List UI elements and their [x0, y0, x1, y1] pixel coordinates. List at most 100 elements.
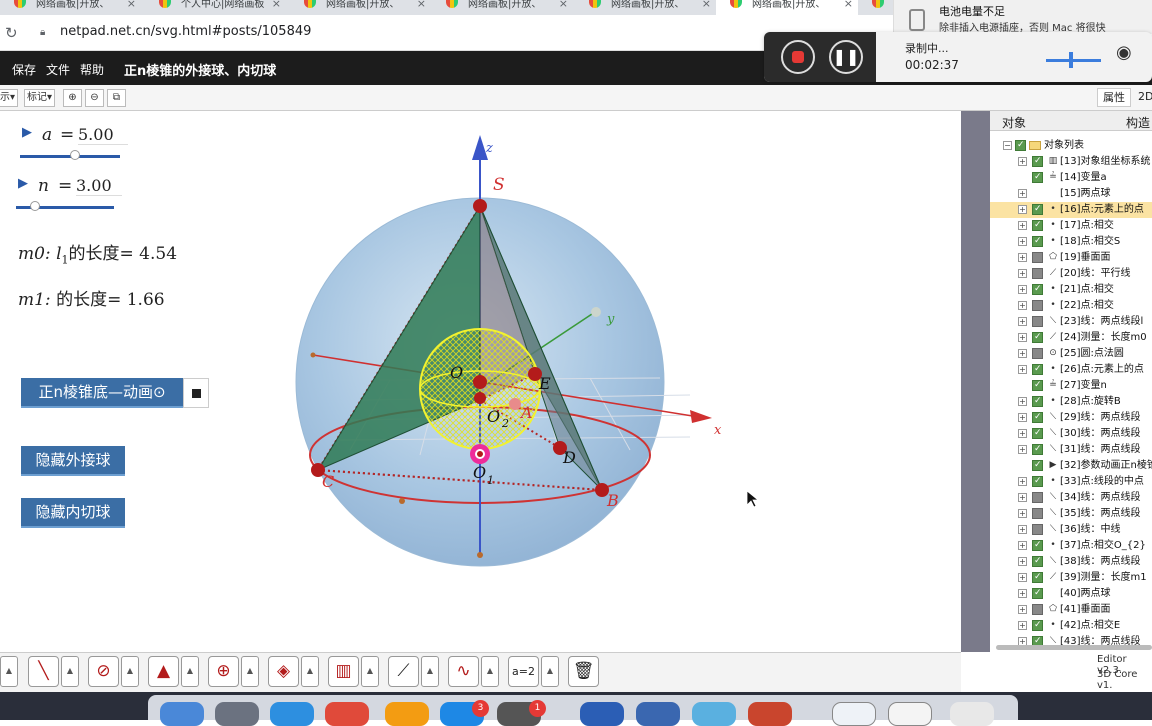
visibility-checkbox[interactable] [1032, 604, 1043, 615]
line-tool-icon[interactable]: ⟋ [388, 656, 419, 687]
sphere-tool-icon[interactable]: ⊕ [208, 656, 239, 687]
tree-item[interactable]: + ⟋[24]测量：长度m0 [990, 330, 1152, 346]
tree-item[interactable]: + • [17]点:相交 [990, 218, 1152, 234]
tool-dropdown[interactable]: ▲ [181, 656, 199, 687]
word-icon[interactable] [580, 702, 624, 726]
expand-icon[interactable]: + [1018, 349, 1027, 358]
tree-item[interactable]: + ⟍[31]线：两点线段 [990, 442, 1152, 458]
tree-root[interactable]: − 对象列表 [990, 138, 1152, 154]
menu-file[interactable]: 文件 [46, 61, 70, 78]
visibility-checkbox[interactable] [1032, 234, 1043, 249]
browser-tab[interactable]: 网络画板|开放、 × [290, 0, 431, 15]
mark-dropdown[interactable]: 标记▾ [24, 89, 56, 107]
expand-icon[interactable]: + [1018, 413, 1027, 422]
tree-item[interactable]: + • [16]点:元素上的点 [990, 202, 1152, 218]
window-thumbnail-icon[interactable] [888, 702, 932, 726]
tree-item[interactable]: + • [26]点:元素上的点 [990, 362, 1152, 378]
close-icon[interactable]: × [559, 0, 568, 9]
animate-stop-icon[interactable] [183, 378, 209, 408]
panel-scrollbar[interactable] [996, 645, 1152, 650]
cone-tool-icon[interactable]: ▲ [148, 656, 179, 687]
expand-icon[interactable]: + [1018, 509, 1027, 518]
tree-item[interactable]: + ⬠ [19]垂面面 [990, 250, 1152, 266]
tree-item[interactable]: + [15]两点球 [990, 186, 1152, 202]
visibility-checkbox[interactable] [1032, 330, 1043, 345]
panel-splitter[interactable] [961, 111, 990, 652]
window-thumbnail-icon[interactable] [832, 702, 876, 726]
volume-slider[interactable] [1046, 59, 1101, 62]
tool-dropdown[interactable]: ▲ [361, 656, 379, 687]
app-store-icon[interactable]: 3 [440, 700, 489, 726]
expand-icon[interactable]: + [1018, 269, 1027, 278]
visibility-checkbox[interactable] [1032, 282, 1043, 297]
slider-a-value[interactable]: 5.00 [78, 125, 128, 145]
hide-insphere-button[interactable]: 隐藏内切球 [21, 498, 125, 528]
zoom-icon[interactable] [692, 702, 736, 726]
trash-icon[interactable]: 🗑︎ [568, 656, 599, 687]
tree-item[interactable]: + • [37]点:相交O_{2} [990, 538, 1152, 554]
tree-item[interactable]: + ⟍ [23]线：两点线段l [990, 314, 1152, 330]
root-checkbox[interactable] [1015, 138, 1026, 153]
slider-a[interactable]: ▶ a = 5.00 [20, 123, 130, 163]
trash-icon[interactable] [950, 702, 994, 726]
visibility-checkbox[interactable] [1032, 570, 1043, 585]
browser-tab[interactable]: 网络画板|开放、 × [432, 0, 573, 15]
expand-icon[interactable]: + [1018, 477, 1027, 486]
browser-tab[interactable]: 网络画板|开放、 × [0, 0, 141, 15]
visibility-checkbox[interactable] [1032, 300, 1043, 311]
close-icon[interactable]: × [417, 0, 426, 9]
expand-icon[interactable]: + [1018, 333, 1027, 342]
tool-dropdown[interactable]: ▲ [481, 656, 499, 687]
url-text[interactable]: netpad.net.cn/svg.html#posts/105849 [60, 24, 311, 39]
tree-item[interactable]: ▶[32]参数动画正n棱锥 [990, 458, 1152, 474]
zoom-out-icon[interactable]: ⊖ [85, 89, 104, 107]
tool-dropdown[interactable]: ▲ [541, 656, 559, 687]
camera-icon[interactable]: ◉ [1116, 42, 1132, 63]
tree-item[interactable]: + ⬠ [41]垂面面 [990, 602, 1152, 618]
tool-dropdown[interactable]: ▲ [121, 656, 139, 687]
visibility-checkbox[interactable] [1032, 394, 1043, 409]
visibility-checkbox[interactable] [1032, 154, 1043, 169]
visibility-checkbox[interactable] [1032, 426, 1043, 441]
tree-item[interactable]: + ⟍ [36]线：中线 [990, 522, 1152, 538]
tool-dropdown[interactable]: ▲ [301, 656, 319, 687]
tree-item[interactable]: + • [33]点:线段的中点 [990, 474, 1152, 490]
slider-n-value[interactable]: 3.00 [76, 176, 122, 196]
expand-icon[interactable]: + [1018, 589, 1027, 598]
menu-save[interactable]: 保存 [12, 61, 36, 78]
visibility-checkbox[interactable] [1032, 218, 1043, 233]
visibility-checkbox[interactable] [1032, 474, 1043, 489]
expand-icon[interactable]: + [1018, 397, 1027, 406]
tool-dropdown[interactable]: ▲ [61, 656, 79, 687]
visibility-checkbox[interactable] [1032, 492, 1043, 503]
visibility-checkbox[interactable] [1032, 170, 1043, 185]
visibility-checkbox[interactable] [1032, 316, 1043, 327]
expand-icon[interactable]: + [1018, 365, 1027, 374]
tree-item[interactable]: + [40]两点球 [990, 586, 1152, 602]
pause-record-button[interactable]: ❚❚ [829, 40, 863, 74]
tree-item[interactable]: + ⟍ [35]线：两点线段 [990, 506, 1152, 522]
browser-tab[interactable]: 网络画板|开放、 × [716, 0, 858, 15]
quicktime-icon[interactable] [636, 702, 680, 726]
tree-item[interactable]: + • [18]点:相交S [990, 234, 1152, 250]
tree-item[interactable]: + ⟍ [34]线：两点线段 [990, 490, 1152, 506]
photos-icon[interactable] [385, 702, 429, 726]
zoom-in-icon[interactable]: ⊕ [63, 89, 82, 107]
segment-tool-icon[interactable]: ╲ [28, 656, 59, 687]
close-icon[interactable]: × [127, 0, 136, 9]
tree-item[interactable]: + ⟍[38]线：两点线段 [990, 554, 1152, 570]
visibility-checkbox[interactable] [1032, 252, 1043, 263]
visibility-checkbox[interactable] [1032, 348, 1043, 359]
tree-item[interactable]: + ⟋[39]测量：长度m1 [990, 570, 1152, 586]
collapse-icon[interactable]: − [1003, 141, 1012, 150]
close-icon[interactable]: × [702, 0, 711, 9]
variable-tool-icon[interactable]: a=2 [508, 656, 539, 687]
tree-item[interactable]: ≟[27]变量n [990, 378, 1152, 394]
play-icon[interactable]: ▶ [18, 176, 28, 191]
expand-icon[interactable]: + [1018, 301, 1027, 310]
slider-n-knob[interactable] [30, 201, 40, 211]
polyhedron-tool-icon[interactable]: ◈ [268, 656, 299, 687]
tab-objects[interactable]: 对象 [1002, 114, 1026, 131]
expand-icon[interactable]: + [1018, 573, 1027, 582]
safari-icon[interactable] [270, 702, 314, 726]
